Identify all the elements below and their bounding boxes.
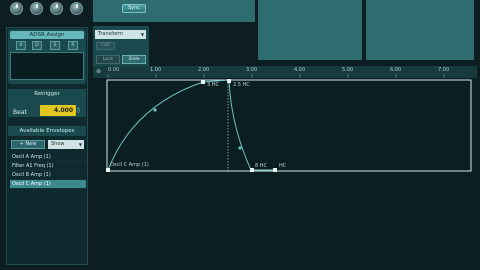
envelope-point[interactable] — [250, 168, 254, 172]
curve-handle[interactable] — [238, 146, 242, 150]
envelope-graph[interactable]: ⊕ 0.00 1.00 2.00 3.00 4.00 5.00 6.00 7.0… — [93, 66, 477, 270]
envelope-curve[interactable] — [107, 79, 275, 171]
envelope-item[interactable]: Oscil B Amp (1) — [10, 171, 86, 180]
adsr-button-r[interactable]: R — [68, 41, 78, 50]
new-envelope-button[interactable]: + New — [11, 140, 45, 149]
adsr-assign-box: ADSR Assign A D S R — [8, 29, 86, 84]
retrigger-header: Retrigger — [8, 89, 86, 99]
transform-select[interactable]: Transform ▼ — [95, 30, 146, 39]
envelopes-toolbar: + New Show ▼ — [8, 139, 86, 151]
available-envelopes-header: Available Envelopes — [8, 126, 86, 136]
envelope-item-selected[interactable]: Oscil C Amp (1) — [10, 180, 86, 189]
point-label-end: HC — [279, 163, 287, 169]
point-label-start: Oscil C Amp (1) — [110, 162, 149, 168]
knob-2[interactable] — [30, 2, 43, 15]
envelope-item[interactable]: Filter A1 Freq (1) — [10, 162, 86, 171]
spinner-icon[interactable]: ◊ — [77, 106, 85, 115]
top-panel-right — [366, 0, 474, 60]
envelope-point[interactable] — [106, 168, 110, 172]
envelope-list: Oscil A Amp (1) Filter A1 Freq (1) Oscil… — [10, 153, 86, 189]
slide-button[interactable]: Slide — [122, 55, 146, 64]
envelope-point[interactable] — [273, 168, 277, 172]
sync-button[interactable]: Sync — [122, 4, 146, 13]
point-label-curve: 2.5 HC — [233, 82, 250, 88]
show-select[interactable]: Show ▼ — [48, 140, 84, 149]
adsr-button-d[interactable]: D — [32, 41, 42, 50]
top-panel-middle — [258, 0, 362, 60]
ruler-ticks — [107, 74, 445, 78]
beat-value-field[interactable]: 4.000 — [40, 105, 76, 116]
knob-3[interactable] — [50, 2, 63, 15]
chevron-down-icon: ▼ — [78, 142, 82, 147]
transform-select-label: Transform — [98, 31, 123, 37]
lock-button[interactable]: Lock — [96, 55, 120, 64]
adsr-assign-title: ADSR Assign — [10, 31, 84, 39]
envelope-point[interactable] — [227, 79, 231, 83]
beat-label: Beat — [13, 109, 27, 116]
point-label-peak: 3 HC — [207, 82, 220, 88]
top-panel-left — [93, 0, 255, 22]
left-panel: ADSR Assign A D S R Retrigger Beat 4.000… — [6, 27, 88, 265]
knob-4[interactable] — [70, 2, 83, 15]
show-select-label: Show — [51, 141, 65, 147]
envelope-point[interactable] — [201, 80, 205, 84]
point-label-bottom: 8 HC — [255, 163, 268, 169]
adsr-button-s[interactable]: S — [50, 41, 60, 50]
adsr-assign-field[interactable] — [10, 52, 84, 80]
chevron-down-icon: ▼ — [140, 32, 144, 37]
curve-handle[interactable] — [153, 108, 157, 112]
knob-1[interactable] — [10, 2, 23, 15]
adsr-button-a[interactable]: A — [16, 41, 26, 50]
edit-button[interactable]: Edit — [96, 42, 115, 50]
envelope-bounds — [106, 79, 472, 172]
envelope-item[interactable]: Oscil A Amp (1) — [10, 153, 86, 162]
